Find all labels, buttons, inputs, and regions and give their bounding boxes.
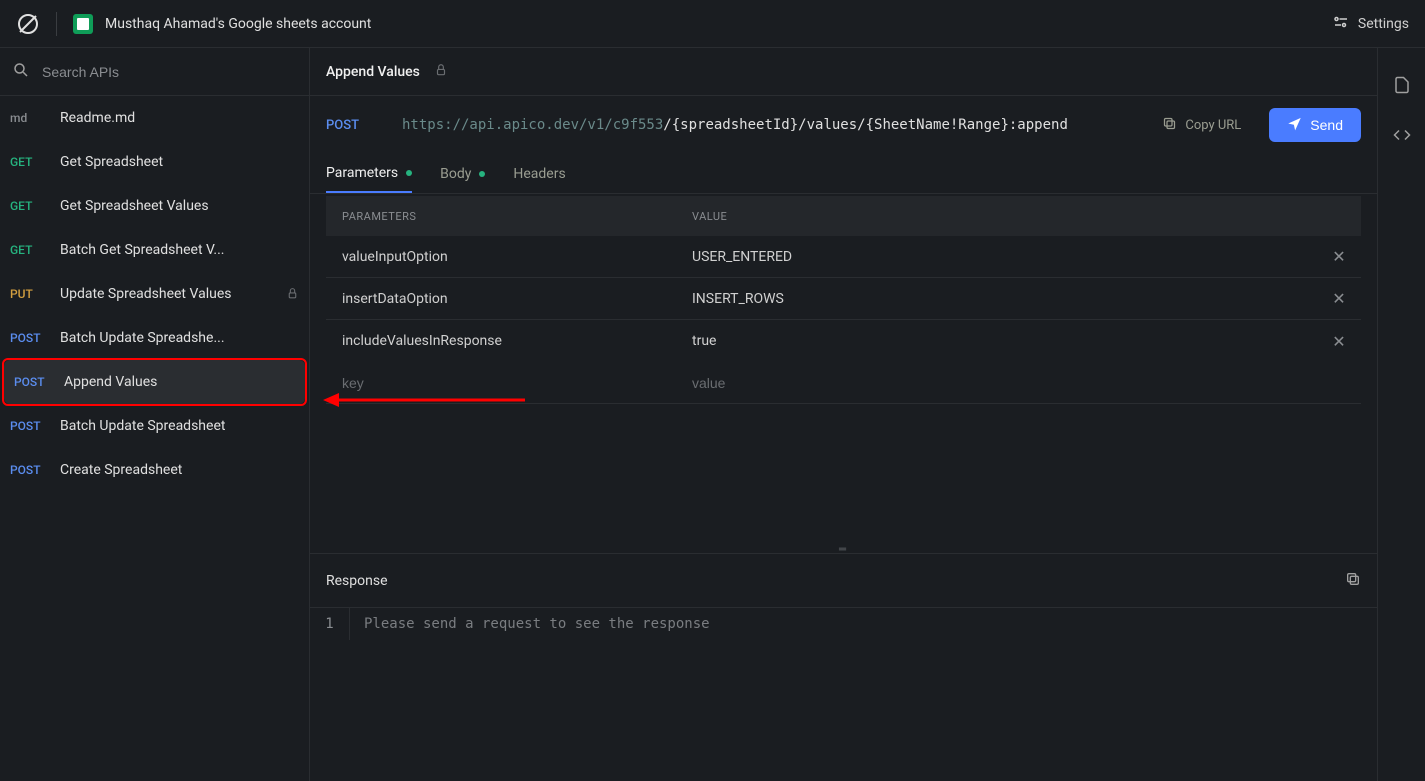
api-label: Update Spreadsheet Values [60,286,280,302]
right-bar [1377,48,1425,781]
response-line-number: 1 [310,608,350,640]
api-label: Batch Get Spreadsheet V... [60,242,299,258]
api-method: md [10,111,60,125]
api-method: GET [10,243,60,257]
search-row [0,48,309,96]
sidebar-item-2[interactable]: GETGet Spreadsheet Values [0,184,309,228]
send-label: Send [1310,117,1343,133]
api-method: GET [10,199,60,213]
tab-headers[interactable]: Headers [513,154,565,193]
delete-param-button[interactable]: ✕ [1332,332,1345,351]
api-method: PUT [10,287,60,301]
url-method: POST [326,118,386,133]
main-panel: Append Values POST https://api.apico.dev… [310,48,1377,781]
search-input[interactable] [42,64,297,80]
param-row: includeValuesInResponsetrue ✕ [326,320,1361,362]
new-param-value-input[interactable] [692,375,1317,391]
code-icon[interactable] [1393,126,1411,148]
sidebar-item-1[interactable]: GETGet Spreadsheet [0,140,309,184]
param-row: valueInputOptionUSER_ENTERED ✕ [326,236,1361,278]
url-row: POST https://api.apico.dev/v1/c9f553/{sp… [310,96,1377,154]
response-title: Response [326,573,388,589]
sidebar-item-6[interactable]: POSTAppend Values [4,360,305,404]
param-key[interactable]: insertDataOption [326,291,676,307]
param-key[interactable]: valueInputOption [326,249,676,265]
url-text[interactable]: https://api.apico.dev/v1/c9f553/{spreads… [402,117,1146,133]
response-body: 1 Please send a request to see the respo… [310,607,1377,640]
active-dot-icon [479,171,485,177]
copy-icon [1162,116,1177,135]
tab-label: Body [440,166,471,182]
search-icon [12,61,30,83]
api-label: Get Spreadsheet Values [60,198,299,214]
tabs-row: Parameters Body Headers [310,154,1377,194]
send-icon [1287,116,1302,134]
response-header: Response [310,553,1377,607]
lock-icon [434,62,448,81]
header: Musthaq Ahamad's Google sheets account S… [0,0,1425,48]
param-value[interactable]: true [676,333,1317,349]
sidebar-item-8[interactable]: POSTCreate Spreadsheet [0,448,309,492]
resize-handle[interactable]: ═ [310,545,1377,553]
api-method: POST [10,463,60,477]
sidebar-item-5[interactable]: POSTBatch Update Spreadshe... [0,316,309,360]
delete-param-button[interactable]: ✕ [1332,247,1345,266]
api-label: Batch Update Spreadsheet [60,418,299,434]
settings-icon [1332,13,1350,35]
api-method: POST [14,375,64,389]
tab-label: Parameters [326,165,398,181]
api-method: POST [10,331,60,345]
sidebar-item-4[interactable]: PUTUpdate Spreadsheet Values [0,272,309,316]
title-row: Append Values [310,48,1377,96]
app-logo [16,12,40,36]
sidebar: mdReadme.mdGETGet SpreadsheetGETGet Spre… [0,48,310,781]
api-method: POST [10,419,60,433]
url-base: https://api.apico.dev/v1/c9f553 [402,117,663,133]
divider [56,12,57,36]
settings-label: Settings [1358,16,1409,32]
copy-url-label: Copy URL [1185,118,1241,133]
param-value[interactable]: USER_ENTERED [676,249,1317,265]
new-param-row [326,362,1361,404]
delete-param-button[interactable]: ✕ [1332,289,1345,308]
api-label: Readme.md [60,110,299,126]
param-key[interactable]: includeValuesInResponse [326,333,676,349]
url-path: /{spreadsheetId}/values/{SheetName!Range… [663,117,1068,133]
sheets-icon [73,14,93,34]
api-label: Append Values [64,374,295,390]
new-param-key-input[interactable] [342,375,676,391]
response-placeholder: Please send a request to see the respons… [350,608,724,640]
account-title: Musthaq Ahamad's Google sheets account [105,16,371,32]
active-dot-icon [406,170,412,176]
tab-label: Headers [513,166,565,182]
api-label: Create Spreadsheet [60,462,299,478]
params-header: PARAMETERS VALUE [326,196,1361,236]
settings-button[interactable]: Settings [1332,13,1409,35]
lock-icon [286,285,299,304]
tab-parameters[interactable]: Parameters [326,154,412,193]
sidebar-item-7[interactable]: POSTBatch Update Spreadsheet [0,404,309,448]
tab-body[interactable]: Body [440,154,485,193]
sidebar-item-0[interactable]: mdReadme.md [0,96,309,140]
api-label: Batch Update Spreadshe... [60,330,299,346]
docs-icon[interactable] [1393,76,1411,98]
page-title: Append Values [326,64,420,80]
copy-url-button[interactable]: Copy URL [1162,116,1241,135]
send-button[interactable]: Send [1269,108,1361,142]
sidebar-item-3[interactable]: GETBatch Get Spreadsheet V... [0,228,309,272]
params-header-value: VALUE [676,210,1361,223]
copy-response-button[interactable] [1345,571,1361,591]
param-row: insertDataOptionINSERT_ROWS ✕ [326,278,1361,320]
api-label: Get Spreadsheet [60,154,299,170]
param-value[interactable]: INSERT_ROWS [676,291,1317,307]
params-header-key: PARAMETERS [326,210,676,223]
api-method: GET [10,155,60,169]
